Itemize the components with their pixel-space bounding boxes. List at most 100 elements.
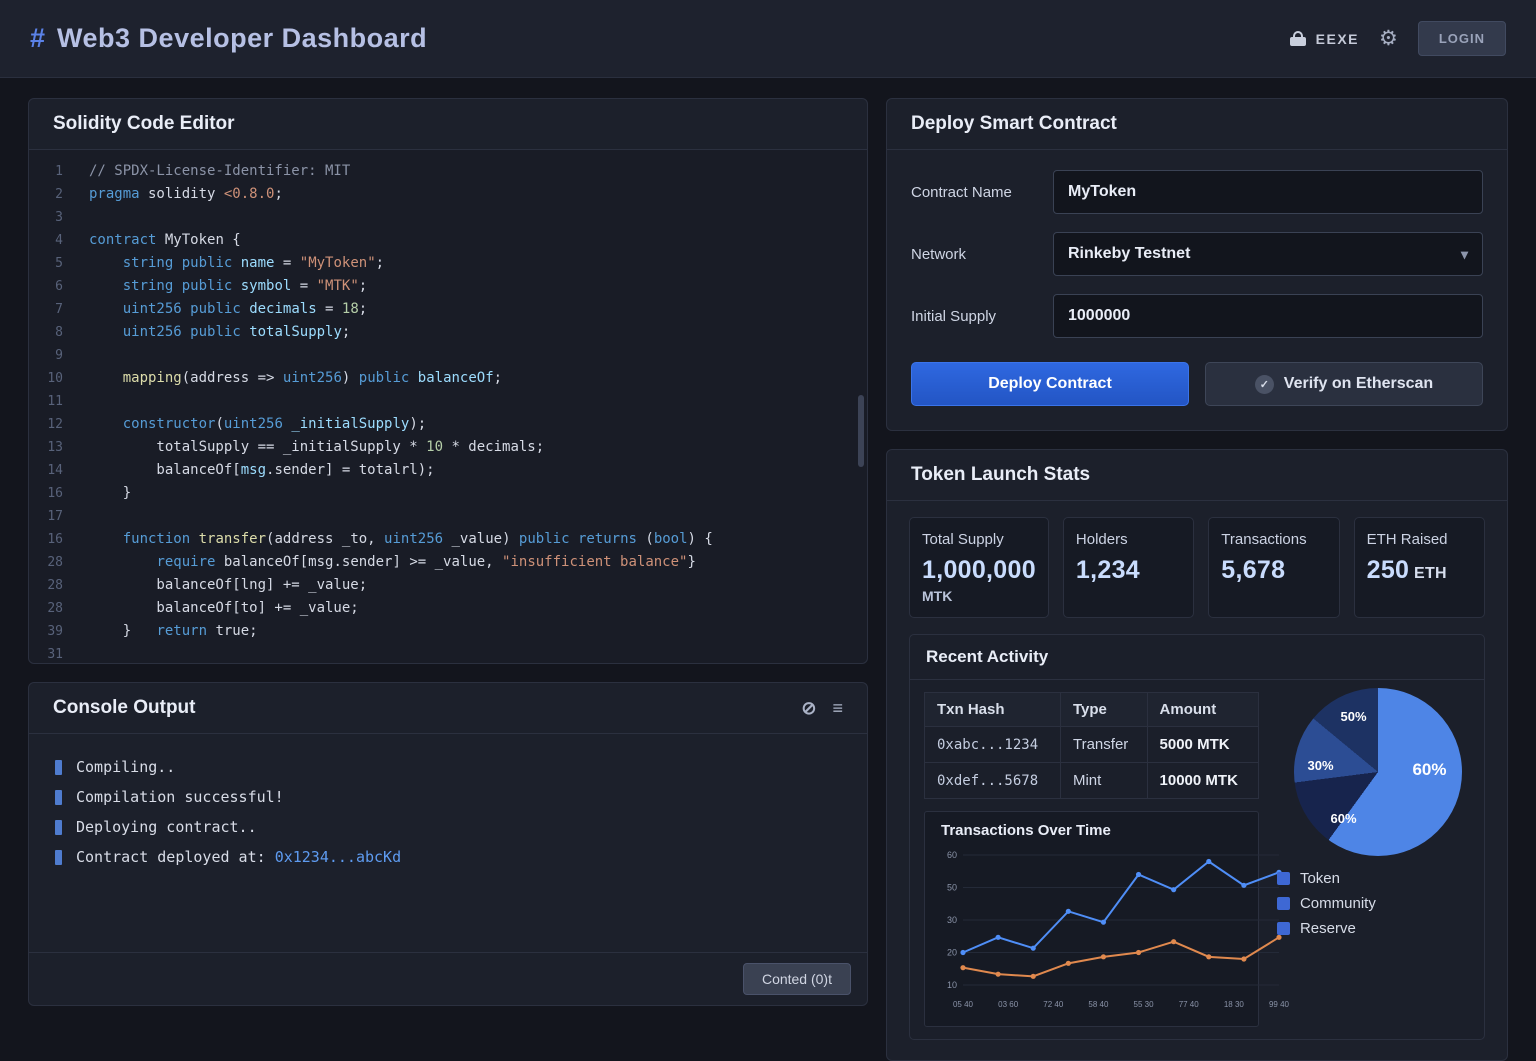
- line-number: 28: [29, 574, 63, 597]
- line-number: 8: [29, 321, 63, 344]
- code-token: [182, 324, 190, 340]
- code-token: bool: [654, 531, 688, 547]
- hash-icon: #: [30, 23, 45, 54]
- legend-label: Community: [1300, 895, 1376, 912]
- legend-swatch-icon: [1277, 872, 1290, 885]
- line-number: 3: [29, 206, 63, 229]
- line-number: 16: [29, 528, 63, 551]
- console-line: Compilation successful!: [55, 782, 841, 812]
- activity-header-row: Txn HashTypeAmount: [925, 693, 1259, 727]
- deploy-contract-button[interactable]: Deploy Contract: [911, 362, 1189, 406]
- stat-label: Total Supply: [922, 531, 1036, 548]
- code-line: totalSupply == _initialSupply * 10 * dec…: [89, 436, 867, 459]
- wallet-lock-button[interactable]: EEXE: [1290, 31, 1359, 47]
- code-token: "insufficient balance": [502, 554, 687, 570]
- lock-icon: [1290, 31, 1306, 46]
- column-header: Type: [1060, 693, 1147, 727]
- table-cell: Transfer: [1060, 727, 1147, 763]
- code-lines[interactable]: // SPDX-License-Identifier: MITpragma so…: [77, 160, 867, 653]
- log-text: Compilation successful!: [76, 788, 284, 806]
- stat-card: Holders1,234: [1063, 517, 1194, 618]
- code-line: uint256 public totalSupply;: [89, 321, 867, 344]
- code-token: [241, 324, 249, 340]
- code-token: balanceOf[: [89, 462, 241, 478]
- line-number: 5: [29, 252, 63, 275]
- stat-unit: MTK: [922, 588, 1036, 604]
- console-output-button[interactable]: Conted (0)t: [743, 963, 851, 995]
- chart-title: Transactions Over Time: [941, 822, 1252, 839]
- initial-supply-input[interactable]: [1053, 294, 1483, 338]
- code-token: string: [123, 278, 174, 294]
- table-cell: 10000 MTK: [1147, 763, 1258, 799]
- stat-value: 1,234: [1076, 556, 1181, 585]
- code-token: public: [519, 531, 570, 547]
- token-stats-panel: Token Launch Stats Total Supply1,000,000…: [886, 449, 1508, 1061]
- stat-card: Transactions5,678: [1208, 517, 1339, 618]
- table-cell: Mint: [1060, 763, 1147, 799]
- code-token: msg: [241, 462, 266, 478]
- code-token: [89, 301, 123, 317]
- code-token: ;: [359, 301, 367, 317]
- stat-unit: ETH: [1409, 565, 1447, 582]
- code-line: }: [89, 482, 867, 505]
- transactions-chart-svg: 605030201005 4003 6072 4058 4055 3077 40…: [931, 843, 1291, 1019]
- code-token: [89, 416, 123, 432]
- recent-activity-title: Recent Activity: [910, 635, 1484, 680]
- svg-text:18 30: 18 30: [1224, 1000, 1245, 1009]
- code-token: solidity: [140, 186, 224, 202]
- code-editor[interactable]: 12345678910111213141617162828283931 // S…: [29, 150, 867, 663]
- deploy-panel: Deploy Smart Contract Contract Name Netw…: [886, 98, 1508, 431]
- app-header: # Web3 Developer Dashboard EEXE ⚙ LOGIN: [0, 0, 1536, 78]
- editor-panel-title: Solidity Code Editor: [29, 99, 867, 150]
- contract-name-input[interactable]: [1053, 170, 1483, 214]
- stat-card: ETH Raised250 ETH: [1354, 517, 1485, 618]
- wallet-label: EEXE: [1316, 31, 1359, 47]
- code-token: require: [156, 554, 215, 570]
- code-token: [89, 554, 156, 570]
- chevron-down-icon: ▾: [1461, 246, 1468, 263]
- table-cell: 0xabc...1234: [925, 727, 1061, 763]
- activity-table: Txn HashTypeAmount 0xabc...1234Transfer5…: [924, 692, 1259, 799]
- code-token: "MTK": [317, 278, 359, 294]
- line-number: 6: [29, 275, 63, 298]
- code-token: name: [241, 255, 275, 271]
- line-number: 7: [29, 298, 63, 321]
- clear-console-icon[interactable]: ⊘: [801, 698, 816, 719]
- code-line: balanceOf[msg.sender] = totalrl);: [89, 459, 867, 482]
- main-content: Solidity Code Editor 1234567891011121314…: [0, 78, 1536, 1061]
- verify-label: Verify on Etherscan: [1284, 375, 1433, 393]
- code-token: uint256: [283, 370, 342, 386]
- code-line: constructor(uint256 _initialSupply);: [89, 413, 867, 436]
- svg-text:10: 10: [947, 980, 957, 990]
- transactions-chart: Transactions Over Time 605030201005 4003…: [924, 811, 1259, 1027]
- line-number: 12: [29, 413, 63, 436]
- table-row: 0xdef...5678Mint10000 MTK: [925, 763, 1259, 799]
- code-token: _value): [443, 531, 519, 547]
- code-token: }: [89, 485, 131, 501]
- code-line: require balanceOf[msg.sender] >= _value,…: [89, 551, 867, 574]
- recent-activity-section: Recent Activity Txn HashTypeAmount 0xabc…: [909, 634, 1485, 1040]
- code-token: totalSupply: [249, 324, 342, 340]
- line-number: 10: [29, 367, 63, 390]
- contract-address: 0x1234...abcKd: [275, 848, 401, 866]
- verify-etherscan-button[interactable]: ✓ Verify on Etherscan: [1205, 362, 1483, 406]
- code-token: =: [291, 278, 316, 294]
- network-select[interactable]: Rinkeby Testnet ▾: [1053, 232, 1483, 276]
- code-token: public: [182, 278, 233, 294]
- code-token: symbol: [241, 278, 292, 294]
- settings-gear-icon[interactable]: ⚙: [1379, 26, 1398, 51]
- code-token: returns: [578, 531, 637, 547]
- svg-text:30: 30: [947, 915, 957, 925]
- code-token: contract: [89, 232, 156, 248]
- column-header: Amount: [1147, 693, 1258, 727]
- code-line: // SPDX-License-Identifier: MIT: [89, 160, 867, 183]
- code-token: // SPDX-License-Identifier: MIT: [89, 163, 350, 179]
- stat-label: Transactions: [1221, 531, 1326, 548]
- code-token: uint256: [384, 531, 443, 547]
- pie-slice-label: 60%: [1330, 811, 1356, 826]
- log-list-icon[interactable]: ≡: [832, 698, 843, 719]
- code-token: [89, 370, 123, 386]
- login-button[interactable]: LOGIN: [1418, 21, 1506, 56]
- editor-scrollbar[interactable]: [858, 395, 864, 467]
- column-header: Txn Hash: [925, 693, 1061, 727]
